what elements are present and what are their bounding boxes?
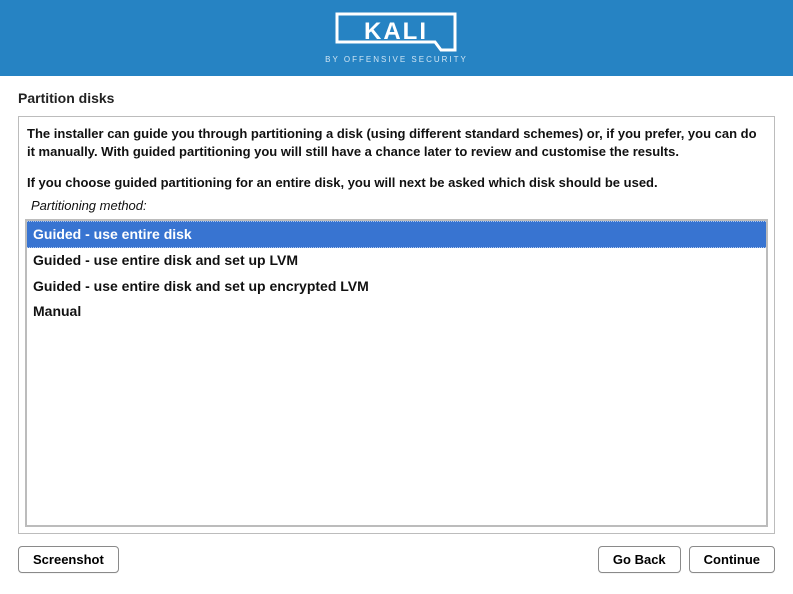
content-box: The installer can guide you through part… [18,116,775,534]
option-guided-entire-disk[interactable]: Guided - use entire disk [27,221,766,249]
screenshot-button[interactable]: Screenshot [18,546,119,573]
instruction-text-2: If you choose guided partitioning for an… [25,174,768,192]
page-title: Partition disks [0,76,793,116]
kali-logo-icon: KALI [331,12,461,52]
banner: KALI BY OFFENSIVE SECURITY [0,0,793,76]
option-manual[interactable]: Manual [27,299,766,325]
svg-text:KALI: KALI [364,18,428,45]
go-back-button[interactable]: Go Back [598,546,681,573]
method-label: Partitioning method: [25,198,768,213]
option-guided-lvm[interactable]: Guided - use entire disk and set up LVM [27,248,766,274]
kali-logo: KALI [331,12,461,52]
partitioning-method-listbox[interactable]: Guided - use entire disk Guided - use en… [25,219,768,527]
bottom-bar: Screenshot Go Back Continue [0,534,793,573]
banner-logo: KALI BY OFFENSIVE SECURITY [325,12,468,64]
right-buttons: Go Back Continue [598,546,775,573]
option-guided-encrypted-lvm[interactable]: Guided - use entire disk and set up encr… [27,274,766,300]
logo-subtitle: BY OFFENSIVE SECURITY [325,55,468,64]
instruction-text-1: The installer can guide you through part… [25,125,768,160]
continue-button[interactable]: Continue [689,546,775,573]
